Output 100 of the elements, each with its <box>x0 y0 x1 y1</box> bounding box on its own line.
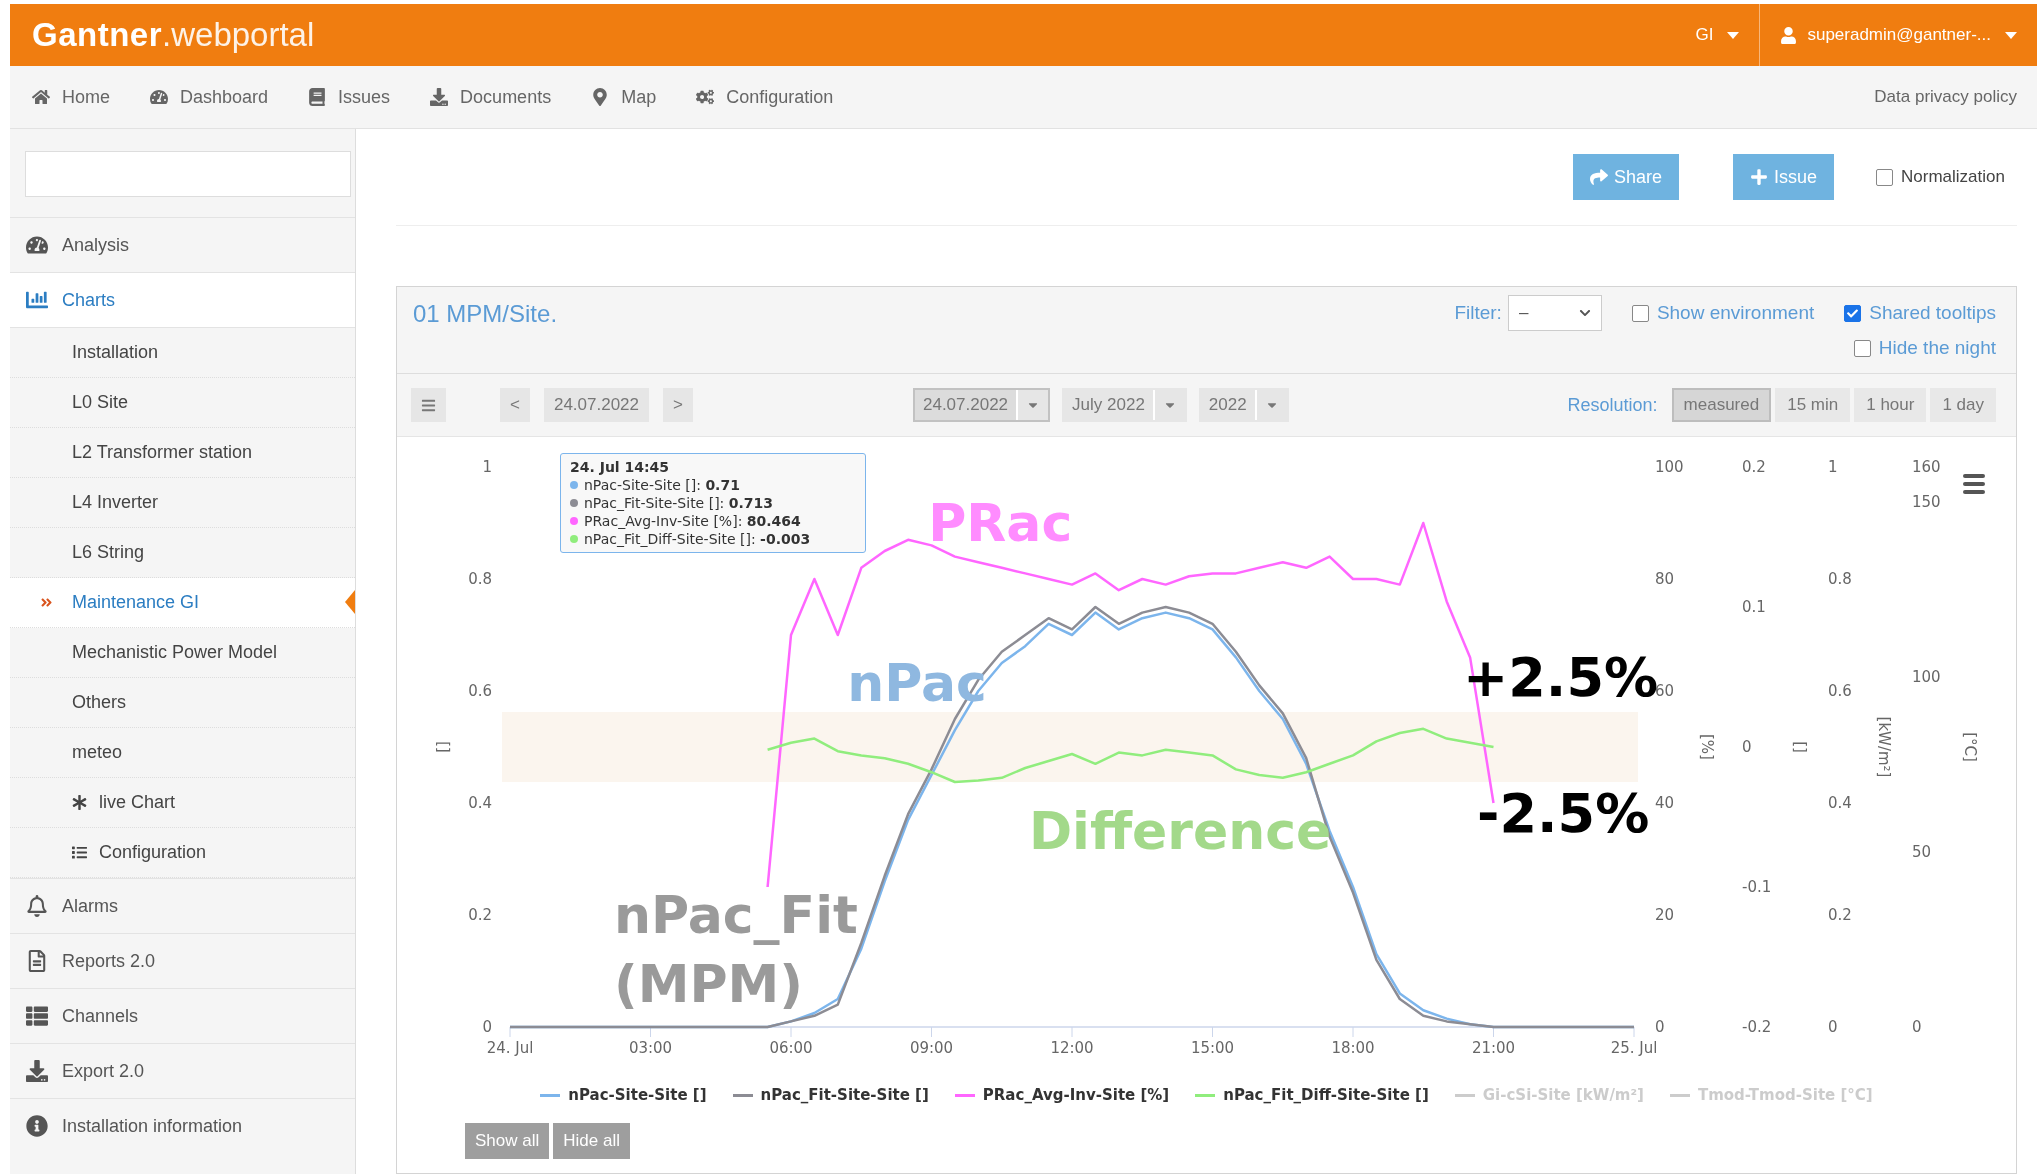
region-dropdown[interactable]: GI <box>1675 4 1760 66</box>
sidebar-subitem[interactable]: meteo <box>10 728 355 778</box>
x-tick-label: 09:00 <box>909 1039 954 1057</box>
chart-annotation: Difference <box>1028 801 1332 861</box>
y-tick-label: -0.2 <box>1742 1018 1772 1036</box>
x-tick-label: 12:00 <box>1050 1039 1094 1057</box>
x-tick-label: 24. Jul <box>486 1039 534 1057</box>
sidebar-subitem[interactable]: L6 String <box>10 528 355 578</box>
y-tick-label: 60 <box>1655 682 1675 700</box>
x-tick-label: 15:00 <box>1190 1039 1235 1057</box>
user-icon <box>1780 26 1798 44</box>
legend-item[interactable]: nPac-Site-Site [] <box>540 1086 707 1104</box>
y-tick-label: 0.8 <box>468 570 492 588</box>
share-icon <box>1590 168 1608 186</box>
checkbox[interactable] <box>1631 304 1649 322</box>
checkbox-label: Shared tooltips <box>1869 302 1996 324</box>
sidebar-subitem[interactable]: L4 Inverter <box>10 478 355 528</box>
resolution-option[interactable]: 1 hour <box>1854 388 1927 422</box>
y-tick-label: 0.2 <box>1742 458 1766 476</box>
list-icon <box>72 845 87 860</box>
y-tick-label: 100 <box>1912 668 1941 686</box>
x-tick-label: 06:00 <box>769 1039 813 1057</box>
checkbox[interactable] <box>1876 168 1894 186</box>
caret-icon <box>1727 31 1740 39</box>
nav-link[interactable]: Issues <box>308 86 391 108</box>
bar-chart-icon <box>26 289 48 311</box>
y-tick-label: 0 <box>1742 738 1752 756</box>
tooltip-title: 24. Jul 14:45 <box>570 458 671 476</box>
legend-item[interactable]: nPac_Fit-Site-Site [] <box>732 1086 929 1104</box>
sidebar-subitem[interactable]: live Chart <box>10 778 355 828</box>
checkbox[interactable] <box>1853 339 1871 357</box>
y-tick-label: 40 <box>1655 794 1675 812</box>
logo[interactable]: Gantner.webportal <box>32 16 1676 54</box>
sidebar-subitem[interactable]: L0 Site <box>10 378 355 428</box>
tooltip-row: PRac_Avg-Inv-Site [%]: 80.464 <box>584 512 801 530</box>
y-axis-title: [°C] <box>1961 732 1979 762</box>
y-tick-label: 0.8 <box>1828 570 1852 588</box>
y-tick-label: 0.6 <box>1828 682 1852 700</box>
resolution-option[interactable]: 1 day <box>1930 388 1996 422</box>
sidebar-item[interactable]: Charts <box>10 272 355 327</box>
check-icon <box>1847 307 1859 319</box>
checkbox-label: Normalization <box>1901 167 2005 187</box>
sidebar-subitem[interactable]: Installation <box>10 328 355 378</box>
filter-select[interactable]: – <box>1507 295 1602 331</box>
date-picker[interactable]: 2022 <box>1198 388 1289 422</box>
gears-icon <box>696 88 715 106</box>
chart-annotation: PRac <box>928 493 1073 553</box>
y-tick-label: 1 <box>482 458 492 476</box>
y-tick-label: 0.4 <box>468 794 492 812</box>
y-tick-label: 100 <box>1655 458 1684 476</box>
sidebar-subitem[interactable]: Mechanistic Power Model <box>10 628 355 678</box>
sidebar-subitem[interactable]: Others <box>10 678 355 728</box>
document-icon <box>26 950 48 972</box>
date-picker[interactable]: July 2022 <box>1062 388 1187 422</box>
previous-button[interactable]: < <box>500 388 530 422</box>
x-tick-label: 21:00 <box>1471 1039 1516 1057</box>
book-icon <box>308 88 327 106</box>
x-tick-label: 25. Jul <box>1610 1039 1658 1057</box>
y-tick-label: 0.1 <box>1742 598 1766 616</box>
y-tick-label: 0 <box>1828 1018 1838 1036</box>
y-tick-label: 0.2 <box>1828 906 1852 924</box>
y-tick-label: 80 <box>1655 570 1675 588</box>
y-axis-title: [%] <box>1698 734 1716 760</box>
y-axis-title: [kW/m²] <box>1875 716 1893 778</box>
y-tick-label: 50 <box>1912 843 1932 861</box>
y-tick-label: 150 <box>1912 493 1941 511</box>
filter-label: Filter: <box>1454 302 1502 324</box>
nav-link[interactable]: Home <box>32 86 110 108</box>
privacy-link[interactable]: Data privacy policy <box>1874 87 2017 107</box>
chevron-icon <box>1578 307 1591 319</box>
nav-link[interactable]: Map <box>591 86 657 108</box>
sidebar-subitem[interactable]: L2 Transformer station <box>10 428 355 478</box>
y-tick-label: 0 <box>1655 1018 1665 1036</box>
sidebar-subitem[interactable]: Maintenance GI <box>10 578 355 628</box>
sidebar-subitem[interactable]: Configuration <box>10 828 355 878</box>
y-tick-label: 20 <box>1655 906 1675 924</box>
menu-icon <box>421 397 436 413</box>
nav-link[interactable]: Documents <box>430 86 552 108</box>
y-tick-label: -0.1 <box>1742 878 1772 896</box>
y-tick-label: 0 <box>1912 1018 1922 1036</box>
user-menu[interactable]: superadmin@gantner-... <box>1760 4 2037 66</box>
resolution-option[interactable]: 15 min <box>1775 388 1851 422</box>
nav-link[interactable]: Configuration <box>696 86 834 108</box>
nav-link[interactable]: Dashboard <box>150 86 269 108</box>
search-field[interactable] <box>25 151 351 197</box>
chart-annotation: nPac_Fit <box>613 885 858 945</box>
legend-item[interactable]: nPac_Fit_Diff-Site-Site [] <box>1195 1086 1429 1104</box>
date-field[interactable]: 24.07.2022 <box>543 388 650 422</box>
menu-icon[interactable] <box>1963 474 1985 494</box>
map-pin-icon <box>591 88 610 106</box>
next-button[interactable]: > <box>663 388 693 422</box>
date-picker[interactable]: 24.07.2022 <box>912 388 1051 422</box>
tooltip-row: nPac_Fit_Diff-Site-Site []: -0.003 <box>584 530 811 548</box>
plus-icon <box>1750 168 1769 186</box>
checkbox[interactable] <box>1844 304 1862 322</box>
chart-annotation: (MPM) <box>613 953 804 1014</box>
tooltip-row: nPac-Site-Site []: 0.71 <box>584 476 740 494</box>
menu-button[interactable] <box>411 388 446 422</box>
resolution-option[interactable]: measured <box>1671 388 1772 422</box>
legend-item[interactable]: PRac_Avg-Inv-Site [%] <box>954 1086 1170 1104</box>
